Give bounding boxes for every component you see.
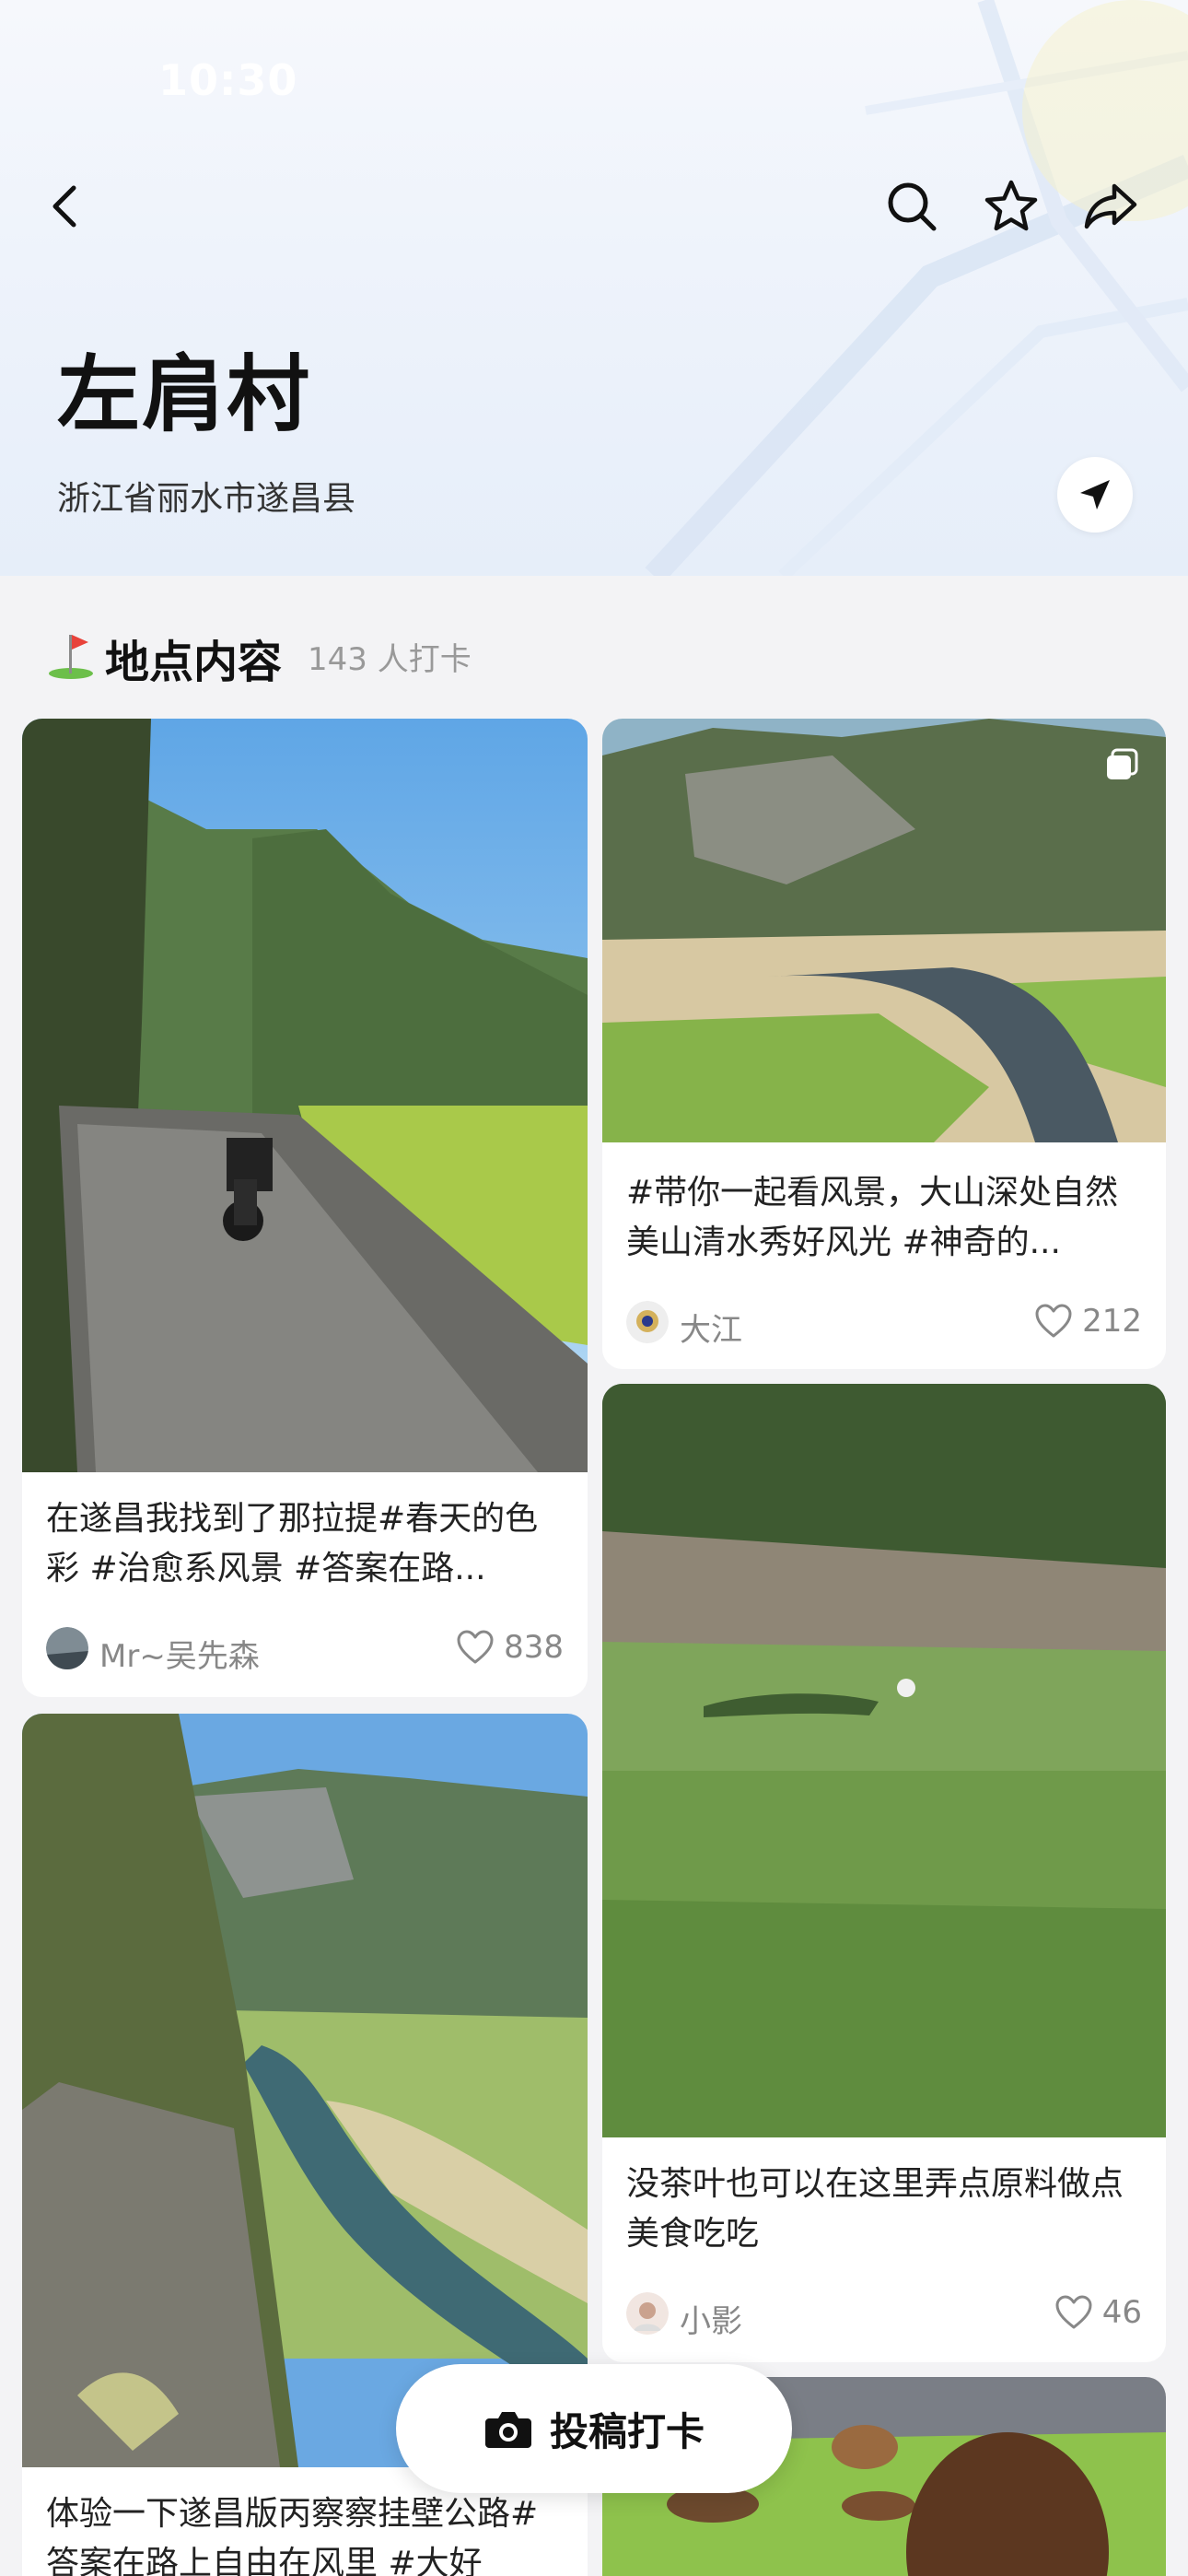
post-text: 在遂昌我找到了那拉提#春天的色彩 #治愈系风景 #答案在路...	[46, 1500, 539, 1587]
post-text: #带你一起看风景，大山深处自然美山清水秀好风光 #神奇的...	[626, 1174, 1119, 1261]
heart-icon	[1035, 1304, 1072, 1338]
avatar	[626, 2292, 669, 2335]
post-image	[602, 1384, 1166, 2137]
like-count: 46	[1101, 2294, 1142, 2331]
heart-icon	[457, 1630, 494, 1664]
avatar	[46, 1627, 88, 1669]
camera-icon	[484, 2412, 531, 2448]
place-address: 浙江省丽水市遂昌县	[57, 480, 356, 518]
section-title: 地点内容	[105, 637, 283, 688]
post-checkin-button[interactable]: 投稿打卡	[396, 2364, 792, 2493]
share-button[interactable]	[1066, 162, 1155, 251]
chevron-left-icon	[52, 185, 76, 228]
back-button[interactable]	[22, 162, 111, 251]
post-text: 没茶叶也可以在这里弄点原料做点美食吃吃	[626, 2165, 1124, 2253]
section-header: 地点内容 143 人打卡	[0, 576, 1188, 696]
like-button[interactable]: 212	[1034, 1303, 1142, 1340]
post-button-label: 投稿打卡	[549, 2408, 705, 2454]
like-button[interactable]: 838	[456, 1629, 564, 1666]
navigate-button[interactable]	[1057, 457, 1133, 533]
favorite-button[interactable]	[967, 162, 1055, 251]
like-button[interactable]: 46	[1054, 2294, 1142, 2331]
post-card[interactable]: #带你一起看风景，大山深处自然美山清水秀好风光 #神奇的... 大江 212	[602, 719, 1166, 1369]
checkin-count: 143 人打卡	[308, 641, 472, 678]
author-name: 大江	[680, 1312, 742, 1349]
post-card[interactable]: 没茶叶也可以在这里弄点原料做点美食吃吃 小影 46	[602, 1384, 1166, 2362]
search-icon	[888, 182, 937, 231]
post-image	[22, 1714, 588, 2467]
search-button[interactable]	[868, 162, 956, 251]
author-name: 小影	[680, 2303, 742, 2340]
star-icon	[984, 180, 1038, 231]
post-text: 体验一下遂昌版丙察察挂壁公路#答案在路上自由在风里 #大好	[46, 2495, 539, 2576]
place-header: 10:30 左肩村 浙江省丽水市遂昌县	[0, 0, 1188, 576]
like-count: 838	[504, 1629, 564, 1666]
author-name: Mr~吴先森	[99, 1638, 260, 1675]
avatar	[626, 1301, 669, 1343]
share-icon	[1084, 183, 1137, 229]
place-title: 左肩村	[57, 346, 311, 443]
like-count: 212	[1082, 1303, 1142, 1340]
golf-flag-icon	[49, 635, 93, 679]
post-image	[22, 719, 588, 1472]
heart-icon	[1055, 2295, 1092, 2329]
multiple-images-icon	[1107, 748, 1138, 779]
post-card[interactable]: 在遂昌我找到了那拉提#春天的色彩 #治愈系风景 #答案在路... Mr~吴先森 …	[22, 719, 588, 1697]
status-time: 10:30	[158, 55, 298, 105]
navigation-arrow-icon	[1080, 480, 1110, 509]
post-image	[602, 719, 1166, 1142]
